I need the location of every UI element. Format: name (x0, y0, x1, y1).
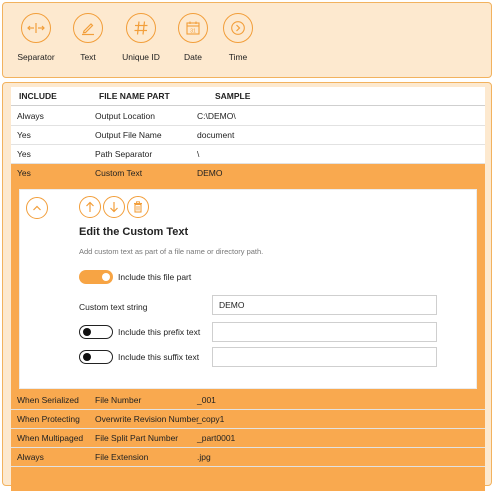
calendar-day-text: 31 (190, 29, 196, 35)
cell-part: Output File Name (95, 130, 162, 140)
cell-part: Custom Text (95, 168, 143, 178)
text-label: Text (80, 52, 96, 62)
cell-sample: .jpg (197, 452, 211, 462)
cell-sample: document (197, 130, 235, 140)
collapse-button[interactable] (26, 197, 48, 219)
table-row[interactable]: Always Output Location C:\DEMO\ (11, 107, 485, 126)
cell-part: Path Separator (95, 149, 153, 159)
table-header: INCLUDE FILE NAME PART SAMPLE (11, 87, 485, 106)
custom-text-editor: Edit the Custom Text Add custom text as … (19, 189, 477, 389)
arrow-down-icon (110, 202, 118, 213)
include-part-label: Include this file part (118, 272, 192, 282)
separator-icon (21, 13, 51, 43)
column-header-sample: SAMPLE (215, 91, 251, 101)
toggle-knob (83, 352, 91, 361)
suffix-label: Include this suffix text (118, 352, 200, 362)
separator-button[interactable]: Separator (11, 13, 61, 62)
unique-id-label: Unique ID (122, 52, 160, 62)
unique-id-button[interactable]: Unique ID (116, 13, 166, 62)
cell-part: File Number (95, 395, 142, 405)
editor-title: Edit the Custom Text (79, 226, 189, 238)
cell-include: When Multipaged (17, 433, 84, 443)
delete-button[interactable] (127, 196, 149, 218)
cell-sample: DEMO (197, 168, 223, 178)
file-name-parts-table: INCLUDE FILE NAME PART SAMPLE Always Out… (11, 87, 485, 491)
arrow-up-icon (86, 201, 94, 212)
cell-sample: \ (197, 149, 200, 159)
suffix-toggle[interactable] (79, 350, 113, 364)
cell-part: File Extension (95, 452, 149, 462)
cell-sample: C:\DEMO\ (197, 111, 236, 121)
column-header-part: FILE NAME PART (99, 91, 170, 101)
toggle-knob (83, 327, 91, 336)
hash-icon (126, 13, 156, 43)
pencil-icon (73, 13, 103, 43)
clock-chevron-icon (223, 13, 253, 43)
toggle-knob (102, 273, 110, 281)
table-row[interactable]: Yes Output File Name document (11, 126, 485, 145)
cell-include: Yes (17, 130, 31, 140)
insert-part-toolbar: Separator Text Unique ID 31 Date Time (2, 2, 492, 78)
move-up-button[interactable] (79, 196, 101, 218)
file-name-parts-panel: INCLUDE FILE NAME PART SAMPLE Always Out… (2, 82, 492, 491)
table-row-selected[interactable]: Yes Custom Text DEMO (11, 164, 485, 183)
cell-include: Yes (17, 149, 31, 159)
trash-icon (134, 201, 142, 213)
cell-sample: _copy1 (197, 414, 225, 424)
calendar-icon: 31 (178, 13, 208, 43)
include-part-toggle[interactable] (79, 270, 113, 284)
time-button[interactable]: Time (213, 13, 263, 62)
cell-part: Output Location (95, 111, 156, 121)
table-row[interactable]: Always File Extension .jpg (11, 448, 485, 467)
cell-include: When Serialized (17, 395, 79, 405)
file-naming-window: Separator Text Unique ID 31 Date Time IN… (0, 0, 496, 491)
table-row[interactable]: Yes Path Separator \ (11, 145, 485, 164)
table-row[interactable]: When Multipaged File Split Part Number _… (11, 429, 485, 448)
custom-text-label: Custom text string (79, 302, 148, 312)
prefix-label: Include this prefix text (118, 327, 201, 337)
text-button[interactable]: Text (63, 13, 113, 62)
suffix-text-input[interactable] (212, 347, 437, 367)
date-button[interactable]: 31 Date (168, 13, 218, 62)
prefix-toggle[interactable] (79, 325, 113, 339)
column-header-include: INCLUDE (19, 91, 57, 101)
custom-text-input[interactable]: DEMO (212, 295, 437, 315)
cell-sample: _part0001 (197, 433, 236, 443)
prefix-text-input[interactable] (212, 322, 437, 342)
editor-description: Add custom text as part of a file name o… (79, 247, 264, 256)
cell-part: Overwrite Revision Number (95, 414, 199, 424)
date-label: Date (184, 52, 202, 62)
separator-label: Separator (17, 52, 55, 62)
chevron-up-icon (33, 205, 41, 211)
cell-include: When Protecting (17, 414, 80, 424)
time-label: Time (228, 52, 248, 62)
cell-include: Yes (17, 168, 31, 178)
table-row[interactable]: When Protecting Overwrite Revision Numbe… (11, 410, 485, 429)
cell-include: Always (17, 111, 44, 121)
cell-include: Always (17, 452, 44, 462)
cell-part: File Split Part Number (95, 433, 179, 443)
table-row[interactable]: When Serialized File Number _001 (11, 391, 485, 410)
cell-sample: _001 (197, 395, 216, 405)
move-down-button[interactable] (103, 196, 125, 218)
